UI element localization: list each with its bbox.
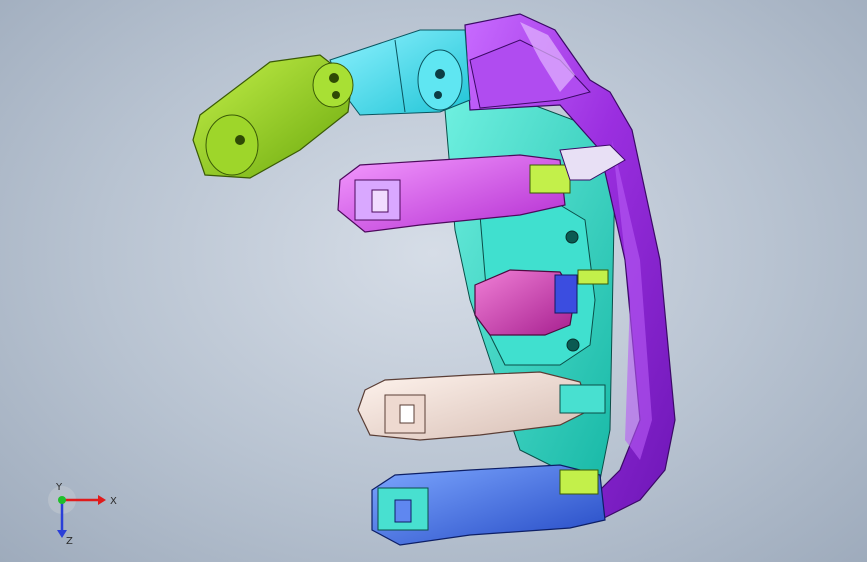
y-axis-dot — [58, 496, 66, 504]
y-axis-label: Y — [55, 482, 63, 493]
thumb-distal[interactable] — [192, 54, 354, 179]
x-axis-label: X — [110, 496, 117, 507]
thumb-proximal[interactable] — [329, 29, 471, 116]
cad-3d-viewport[interactable]: X Y Z — [0, 0, 867, 562]
axis-triad: X Y Z — [48, 482, 117, 547]
finger-little[interactable] — [371, 464, 606, 546]
robot-hand-3d-model[interactable] — [0, 0, 867, 562]
z-axis-label: Z — [66, 536, 73, 547]
x-axis-arrowhead — [98, 495, 106, 505]
